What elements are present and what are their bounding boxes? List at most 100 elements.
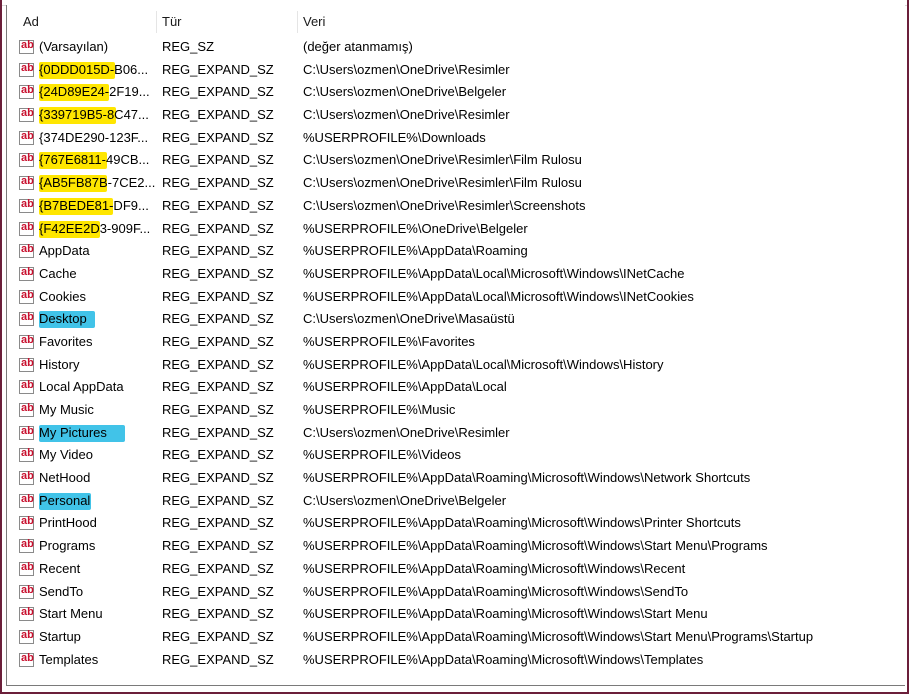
table-row[interactable]: My Video REG_EXPAND_SZ %USERPROFILE%\Video… bbox=[7, 444, 904, 467]
table-row[interactable]: Desktop REG_EXPAND_SZ C:\Users\ozmen\OneDr… bbox=[7, 308, 904, 331]
table-row[interactable]: (Varsayılan) REG_SZ (değer atanmamış) bbox=[7, 36, 904, 59]
string-value-icon bbox=[19, 469, 34, 486]
value-name-cell: Cookies bbox=[19, 286, 161, 309]
value-name-cell: Favorites bbox=[19, 331, 161, 354]
string-value-icon bbox=[19, 174, 34, 191]
string-value-icon bbox=[19, 61, 34, 77]
value-type-cell: REG_EXPAND_SZ bbox=[162, 61, 274, 77]
value-name: {339719B5-8C47... bbox=[39, 107, 149, 123]
table-row[interactable]: My Pictures REG_EXPAND_SZ C:\Users\ozmen\O… bbox=[7, 422, 904, 445]
value-name: PrintHood bbox=[39, 515, 97, 531]
value-data-cell: C:\Users\ozmen\OneDrive\Resimler\Film Ru… bbox=[303, 175, 582, 191]
table-row[interactable]: NetHood REG_EXPAND_SZ %USERPROFILE%\AppDat… bbox=[7, 467, 904, 490]
table-row[interactable]: {767E6811-49CB... REG_EXPAND_SZ C:\Users\o… bbox=[7, 149, 904, 172]
table-row[interactable]: {339719B5-8C47... REG_EXPAND_SZ C:\Users\o… bbox=[7, 104, 904, 127]
column-divider[interactable] bbox=[156, 11, 157, 33]
value-data-cell: C:\Users\ozmen\OneDrive\Resimler\Film Ru… bbox=[303, 152, 582, 168]
value-type-cell: REG_EXPAND_SZ bbox=[162, 356, 274, 372]
string-value-icon bbox=[19, 333, 34, 349]
table-row[interactable]: Cookies REG_EXPAND_SZ %USERPROFILE%\AppDat… bbox=[7, 286, 904, 309]
value-type-cell: REG_EXPAND_SZ bbox=[162, 538, 274, 554]
value-type-cell: REG_SZ bbox=[162, 39, 215, 54]
value-data-cell: %USERPROFILE%\AppData\Roaming\Microsoft\… bbox=[303, 470, 751, 486]
value-name-cell: Desktop bbox=[19, 308, 161, 331]
table-row[interactable]: {AB5FB87B-7CE2... REG_EXPAND_SZ C:\Users\o… bbox=[7, 172, 904, 195]
value-data-cell: %USERPROFILE%\AppData\Local\Microsoft\Wi… bbox=[303, 356, 664, 372]
value-name-cell: Templates bbox=[19, 649, 161, 672]
column-header-data[interactable]: Veri bbox=[303, 9, 883, 35]
value-name: Favorites bbox=[39, 333, 93, 349]
string-value-icon bbox=[19, 220, 34, 236]
table-row[interactable]: My Music REG_EXPAND_SZ %USERPROFILE%\Music bbox=[7, 399, 904, 422]
value-data-cell: %USERPROFILE%\AppData\Roaming\Microsoft\… bbox=[303, 560, 686, 576]
table-row[interactable]: Local AppData REG_EXPAND_SZ %USERPROFILE%\… bbox=[7, 376, 904, 399]
value-data-cell: %USERPROFILE%\AppData\Roaming\Microsoft\… bbox=[303, 628, 814, 644]
table-row[interactable]: {B7BEDE81-DF9... REG_EXPAND_SZ C:\Users\oz… bbox=[7, 195, 904, 218]
value-type-cell: REG_EXPAND_SZ bbox=[162, 265, 274, 281]
value-data-cell: (değer atanmamış) bbox=[303, 39, 413, 54]
value-type-cell: REG_EXPAND_SZ bbox=[162, 560, 274, 576]
table-row[interactable]: SendTo REG_EXPAND_SZ %USERPROFILE%\AppData… bbox=[7, 581, 904, 604]
value-name: AppData bbox=[39, 243, 90, 259]
value-name: Start Menu bbox=[39, 606, 103, 622]
value-data-cell: %USERPROFILE%\AppData\Roaming\Microsoft\… bbox=[303, 651, 704, 667]
table-row[interactable]: Favorites REG_EXPAND_SZ %USERPROFILE%\Favo… bbox=[7, 331, 904, 354]
column-header-name[interactable]: Ad bbox=[23, 9, 153, 35]
string-value-icon bbox=[19, 129, 34, 145]
value-type-cell: REG_EXPAND_SZ bbox=[162, 311, 274, 327]
string-value-icon bbox=[19, 310, 34, 327]
value-rows: (Varsayılan) REG_SZ (değer atanmamış) {0DDD… bbox=[7, 36, 904, 671]
value-type-cell: REG_EXPAND_SZ bbox=[162, 288, 274, 304]
value-type-cell: REG_EXPAND_SZ bbox=[162, 175, 274, 191]
string-value-icon bbox=[19, 151, 34, 168]
value-name-cell: My Pictures bbox=[19, 422, 161, 445]
value-data-cell: %USERPROFILE%\AppData\Roaming\Microsoft\… bbox=[303, 515, 741, 531]
table-row[interactable]: Start Menu REG_EXPAND_SZ %USERPROFILE%\App… bbox=[7, 603, 904, 626]
value-data-cell: %USERPROFILE%\AppData\Roaming\Microsoft\… bbox=[303, 606, 708, 622]
string-value-icon bbox=[19, 288, 34, 304]
value-name: Cache bbox=[39, 265, 77, 281]
value-name: {0DDD015D-B06... bbox=[39, 61, 149, 77]
table-row[interactable]: Cache REG_EXPAND_SZ %USERPROFILE%\AppData\… bbox=[7, 263, 904, 286]
string-value-icon bbox=[19, 83, 34, 100]
value-type-cell: REG_EXPAND_SZ bbox=[162, 220, 274, 236]
value-type-cell: REG_EXPAND_SZ bbox=[162, 492, 274, 508]
value-name-cell: {AB5FB87B-7CE2... bbox=[19, 172, 161, 195]
string-value-icon bbox=[19, 560, 34, 576]
table-row[interactable]: Recent REG_EXPAND_SZ %USERPROFILE%\AppData… bbox=[7, 558, 904, 581]
value-type-cell: REG_EXPAND_SZ bbox=[162, 424, 274, 440]
value-data-cell: C:\Users\ozmen\OneDrive\Resimler\Screens… bbox=[303, 197, 586, 213]
column-divider[interactable] bbox=[297, 11, 298, 33]
value-name: {AB5FB87B-7CE2... bbox=[39, 175, 156, 191]
value-data-cell: C:\Users\ozmen\OneDrive\Resimler bbox=[303, 424, 510, 440]
value-data-cell: %USERPROFILE%\AppData\Roaming\Microsoft\… bbox=[303, 538, 768, 554]
table-row[interactable]: Personal REG_EXPAND_SZ C:\Users\ozmen\OneD… bbox=[7, 490, 904, 513]
value-name: Local AppData bbox=[39, 379, 124, 395]
string-value-icon bbox=[19, 492, 34, 508]
value-name: {767E6811-49CB... bbox=[39, 152, 150, 168]
string-value-icon bbox=[19, 583, 34, 599]
value-name: Startup bbox=[39, 628, 81, 644]
table-row[interactable]: {F42EE2D3-909F... REG_EXPAND_SZ %USERPROFI… bbox=[7, 218, 904, 241]
value-name: Personal bbox=[39, 492, 91, 508]
value-name-cell: {374DE290-123F... bbox=[19, 127, 161, 150]
table-row[interactable]: {374DE290-123F... REG_EXPAND_SZ %USERPROFI… bbox=[7, 127, 904, 150]
table-row[interactable]: Programs REG_EXPAND_SZ %USERPROFILE%\AppDa… bbox=[7, 535, 904, 558]
value-name-cell: Recent bbox=[19, 558, 161, 581]
value-name-cell: {24D89E24-2F19... bbox=[19, 81, 161, 104]
column-header-type[interactable]: Tür bbox=[162, 9, 292, 35]
table-row[interactable]: {0DDD015D-B06... REG_EXPAND_SZ C:\Users\oz… bbox=[7, 59, 904, 82]
string-value-icon bbox=[19, 356, 34, 372]
table-row[interactable]: AppData REG_EXPAND_SZ %USERPROFILE%\AppDat… bbox=[7, 240, 904, 263]
value-name: {374DE290-123F... bbox=[39, 129, 149, 145]
value-type-cell: REG_EXPAND_SZ bbox=[162, 333, 274, 349]
table-row[interactable]: Startup REG_EXPAND_SZ %USERPROFILE%\AppDat… bbox=[7, 626, 904, 649]
registry-values-list[interactable]: Ad Tür Veri (Varsayılan) REG_SZ (değer ata… bbox=[6, 5, 905, 686]
table-row[interactable]: {24D89E24-2F19... REG_EXPAND_SZ C:\Users\o… bbox=[7, 81, 904, 104]
table-row[interactable]: PrintHood REG_EXPAND_SZ %USERPROFILE%\AppD… bbox=[7, 512, 904, 535]
table-row[interactable]: History REG_EXPAND_SZ %USERPROFILE%\AppDat… bbox=[7, 354, 904, 377]
string-value-icon bbox=[19, 401, 34, 417]
value-data-cell: %USERPROFILE%\AppData\Local bbox=[303, 379, 507, 395]
value-data-cell: %USERPROFILE%\Music bbox=[303, 402, 456, 417]
table-row[interactable]: Templates REG_EXPAND_SZ %USERPROFILE%\AppD… bbox=[7, 649, 904, 672]
